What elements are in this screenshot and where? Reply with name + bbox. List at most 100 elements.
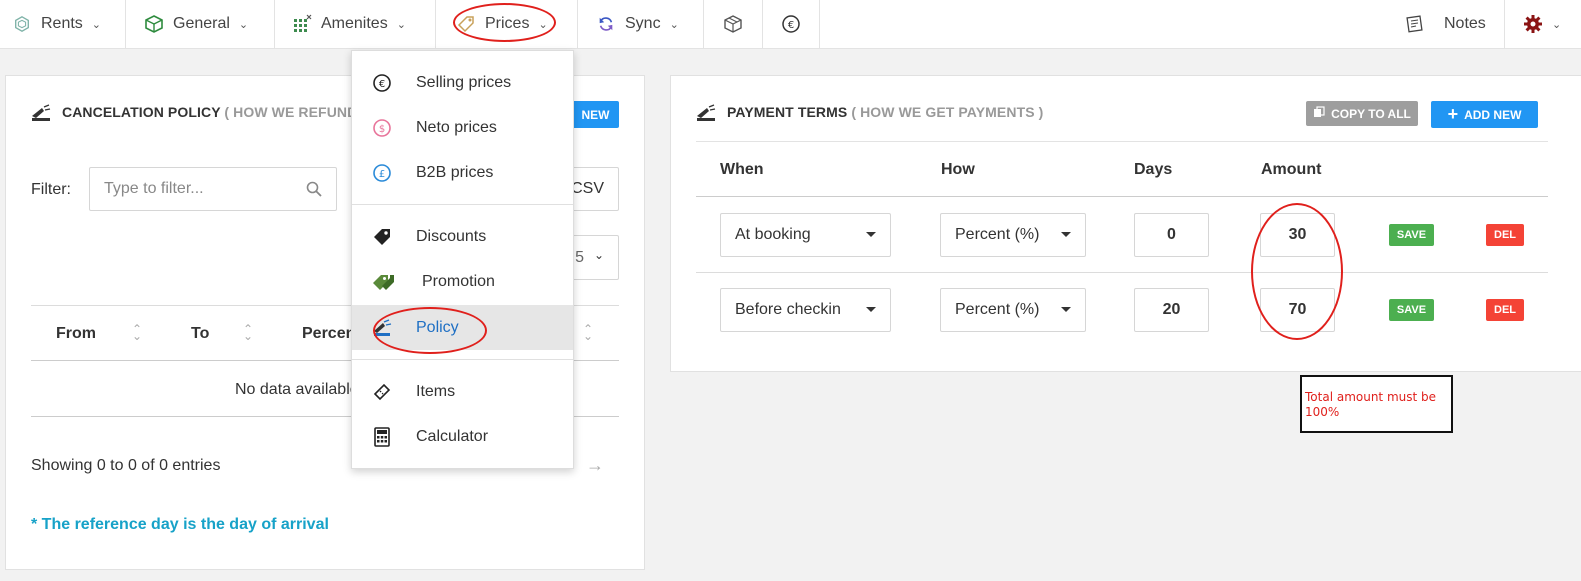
add-new-payment-label: ADD NEW [1464,107,1522,122]
svg-text:€: € [379,79,385,90]
how-select[interactable]: Percent (%) [940,288,1086,332]
col-to[interactable]: To [191,325,209,343]
row-divider [696,272,1548,273]
nav-general-label: General [173,15,230,32]
tags-icon [372,272,398,292]
cancelation-title: CANCELATION POLICY ( HOW WE REFUND [62,104,357,120]
add-new-label: NEW [581,107,610,122]
euro-circle-icon: € [781,14,801,34]
payment-terms-card: PAYMENT TERMS ( HOW WE GET PAYMENTS ) CO… [670,75,1581,372]
pound-circle-icon: £ [372,163,392,183]
nav-notes[interactable]: Notes [1390,0,1505,48]
menu-item-label: Promotion [422,272,495,290]
filter-placeholder: Type to filter... [104,180,204,197]
menu-item-neto-prices[interactable]: $ Neto prices [352,105,573,150]
payment-header-border [696,141,1548,142]
menu-item-label: B2B prices [416,163,494,181]
menu-item-promotion[interactable]: Promotion [352,259,573,304]
prices-dropdown-menu: € Selling prices $ Neto prices £ B2B pri… [351,50,574,469]
caret-down-icon [866,232,876,237]
nav-euro-button[interactable]: € [763,0,820,48]
notes-icon [1404,14,1424,34]
menu-item-b2b-prices[interactable]: £ B2B prices [352,150,573,195]
ticket-icon [372,382,392,402]
calculator-icon [372,426,392,447]
sort-icon[interactable]: ⌃ ⌄ [583,323,593,342]
nav-general[interactable]: General ⌄ [126,0,275,48]
delete-button[interactable]: DEL [1486,224,1524,246]
menu-item-discounts[interactable]: Discounts [352,214,573,259]
col-from[interactable]: From [56,325,96,343]
menu-item-label: Neto prices [416,118,497,136]
days-value: 0 [1167,226,1176,243]
filter-input[interactable]: Type to filter... [89,167,337,211]
copy-to-all-button[interactable]: COPY TO ALL [1306,101,1418,126]
when-select[interactable]: At booking [720,213,891,257]
col-amount: Amount [1261,161,1322,178]
dollar-circle-icon: $ [372,118,392,138]
menu-divider [352,204,573,205]
annotation-text: Total amount must be 100% [1305,390,1437,419]
menu-item-calculator[interactable]: Calculator [352,414,573,459]
tag-icon [372,227,392,247]
nav-3d-button[interactable] [704,0,763,48]
payment-subtitle: ( HOW WE GET PAYMENTS ) [851,104,1044,120]
plus-icon: + [1447,104,1459,124]
euro-circle-icon: € [372,73,392,93]
delete-label: DEL [1494,229,1516,241]
chevron-down-icon: ⌄ [669,18,679,31]
next-page-arrow[interactable]: → [586,455,604,476]
add-new-payment-button[interactable]: + ADD NEW [1431,101,1538,128]
menu-item-label: Items [416,382,456,400]
save-button[interactable]: SAVE [1389,299,1434,321]
policy-highlight-ellipse [373,307,487,354]
days-input[interactable]: 20 [1134,288,1209,332]
csv-label: CSV [571,180,604,197]
svg-text:€: € [788,20,794,31]
menu-item-label: Selling prices [416,73,512,91]
nav-rents-label: Rents [41,15,83,32]
filter-label: Filter: [31,181,71,198]
prices-highlight-ellipse [453,3,556,42]
when-select[interactable]: Before checkin [720,288,891,332]
sort-icon[interactable]: ⌃ ⌄ [132,323,142,342]
copy-to-all-label: COPY TO ALL [1331,106,1411,121]
box-3d-icon [723,14,743,34]
nav-sync-label: Sync [625,15,661,32]
svg-text:£: £ [379,169,385,180]
sort-icon[interactable]: ⌃ ⌄ [243,323,253,342]
save-button[interactable]: SAVE [1389,224,1434,246]
gear-icon [1523,14,1543,34]
when-value: Before checkin [735,301,841,318]
col-percent[interactable]: Percen [302,325,355,343]
top-navbar: Rents ⌄ General ⌄ Amenites ⌄ Prices ⌄ Sy… [0,0,1581,49]
payment-icon [695,104,717,126]
menu-item-label: Discounts [416,227,487,245]
col-days: Days [1134,161,1173,178]
menu-item-selling-prices[interactable]: € Selling prices [352,60,573,105]
nav-notes-label: Notes [1444,15,1486,32]
rents-icon [12,14,32,34]
days-input[interactable]: 0 [1134,213,1209,257]
svg-text:$: $ [379,124,385,135]
nav-rents[interactable]: Rents ⌄ [0,0,126,48]
payment-title: PAYMENT TERMS ( HOW WE GET PAYMENTS ) [727,104,1043,120]
chevron-down-icon: ⌄ [1552,18,1562,31]
entries-info: Showing 0 to 0 of 0 entries [31,457,221,474]
nav-sync[interactable]: Sync ⌄ [578,0,704,48]
chevron-down-icon: ⌄ [91,18,102,31]
menu-item-items[interactable]: Items [352,369,573,414]
how-select[interactable]: Percent (%) [940,213,1086,257]
nav-settings[interactable]: ⌄ [1505,0,1581,48]
page-size-value: 5 [575,248,584,266]
chevron-down-icon: ⌄ [396,18,406,31]
delete-button[interactable]: DEL [1486,299,1524,321]
cube-icon [144,14,164,34]
cancelation-subtitle: ( HOW WE REFUND [224,104,358,120]
nav-amenites[interactable]: Amenites ⌄ [275,0,436,48]
add-new-policy-button[interactable]: NEW [572,101,619,128]
nav-amenites-label: Amenites [321,15,388,32]
days-value: 20 [1162,301,1181,318]
copy-icon [1313,106,1325,121]
when-value: At booking [735,226,811,243]
